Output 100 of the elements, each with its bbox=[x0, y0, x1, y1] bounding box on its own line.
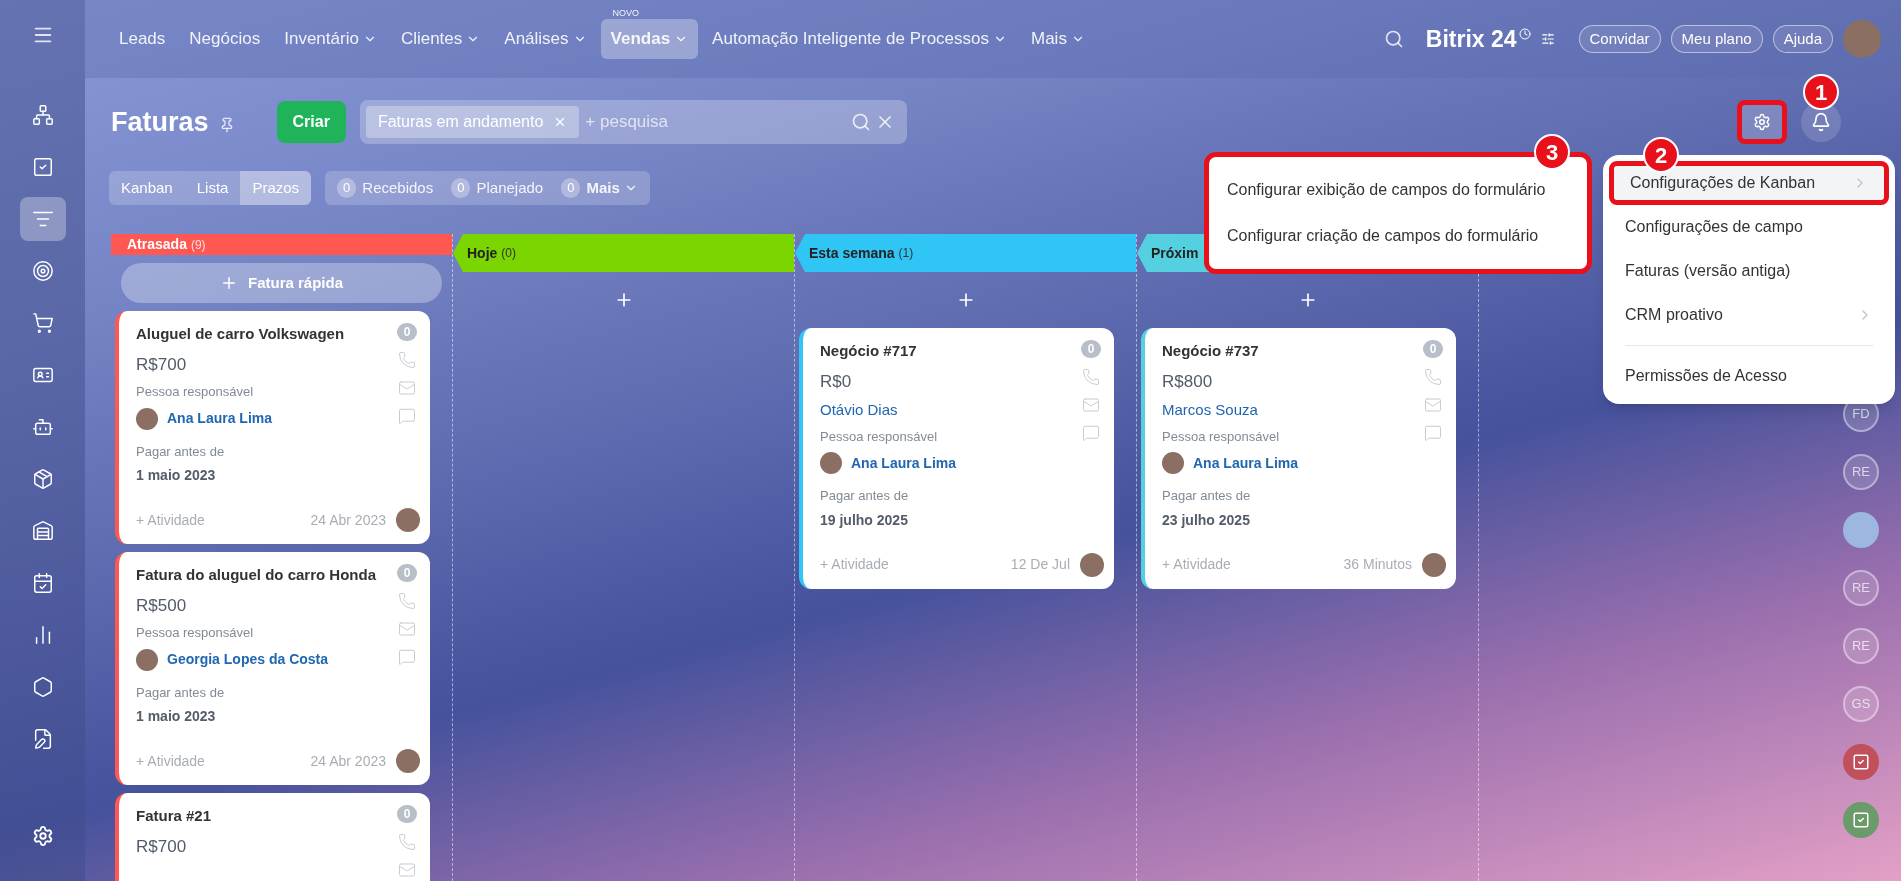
due-date: 19 julho 2025 bbox=[820, 510, 909, 530]
card-title[interactable]: Aluguel de carro Volkswagen bbox=[136, 323, 394, 346]
settings-button[interactable] bbox=[1737, 100, 1787, 144]
avatar bbox=[1843, 20, 1881, 58]
sliders-icon[interactable] bbox=[1540, 32, 1555, 46]
field-label: Pagar antes de bbox=[136, 442, 226, 461]
nav-item[interactable]: Inventário bbox=[274, 19, 387, 59]
view-tab[interactable]: Kanban bbox=[109, 171, 185, 205]
column-header[interactable]: Hoje (0) bbox=[453, 234, 794, 272]
task-avatar[interactable] bbox=[1843, 744, 1879, 780]
field-label: Pagar antes de bbox=[136, 683, 226, 702]
avatar[interactable] bbox=[1843, 512, 1879, 548]
sidebar-item[interactable] bbox=[19, 197, 66, 241]
checkbox-icon bbox=[1852, 811, 1870, 829]
box-icon bbox=[31, 468, 54, 490]
nav-item[interactable]: Automação Inteligente de Processos bbox=[702, 19, 1017, 59]
contact-link[interactable]: Otávio Dias bbox=[820, 399, 1078, 422]
menu-item[interactable]: Configurar exibição de campos do formulário bbox=[1209, 167, 1587, 213]
settings-icon bbox=[1753, 113, 1771, 131]
counter-badge: 0 bbox=[1422, 340, 1444, 358]
card-title[interactable]: Negócio #737 bbox=[1162, 340, 1420, 363]
deal-card[interactable]: Fatura do aluguel do carro Honda R$500 Pessoa responsável Georgia Lopes da Costa Pagar antes de 1 maio 2023 0 + Atividade 24 Abr 2023 bbox=[115, 552, 430, 785]
amount: R$700 bbox=[136, 353, 188, 376]
user-avatar[interactable]: RE bbox=[1843, 570, 1879, 606]
counter-badge: 0 bbox=[1080, 340, 1102, 358]
user-avatar[interactable]: RE bbox=[1843, 454, 1879, 490]
deal-card[interactable]: Aluguel de carro Volkswagen R$700 Pessoa responsável Ana Laura Lima Pagar antes de 1 maio 2023 0 + Atividade 24 Abr 2023 bbox=[115, 311, 430, 544]
settings-icon[interactable] bbox=[31, 825, 54, 847]
task-avatar[interactable] bbox=[1843, 802, 1879, 838]
due-date: 23 julho 2025 bbox=[1162, 510, 1251, 530]
amount: R$700 bbox=[136, 835, 188, 858]
user-avatar[interactable]: RE bbox=[1843, 628, 1879, 664]
count-badge: 0 bbox=[337, 178, 357, 198]
header-button[interactable]: Ajuda bbox=[1772, 25, 1833, 53]
amount: R$800 bbox=[1162, 370, 1214, 393]
menu-item[interactable]: Configurar criação de campos do formulário bbox=[1209, 213, 1587, 259]
due-date: 1 maio 2023 bbox=[136, 466, 217, 485]
counter-badge: 0 bbox=[396, 805, 418, 823]
menu-item[interactable]: Permissões de Acesso bbox=[1609, 354, 1889, 398]
deal-card[interactable]: Fatura #21 R$700 0 bbox=[115, 793, 430, 881]
search-input[interactable]: + pesquisa bbox=[585, 109, 851, 135]
menu-item[interactable]: CRM proativo bbox=[1609, 293, 1889, 337]
avatar bbox=[1080, 552, 1104, 577]
new-label: NOVO bbox=[612, 7, 640, 20]
nav-item[interactable]: Mais bbox=[1021, 19, 1095, 59]
step-number: 1 bbox=[1803, 74, 1839, 110]
nav-item[interactable]: Negócios bbox=[179, 19, 271, 59]
avatar bbox=[1422, 552, 1446, 577]
amount: R$0 bbox=[820, 370, 853, 393]
menu-item[interactable]: Faturas (versão antiga) bbox=[1609, 249, 1889, 293]
quick-add-button[interactable]: Fatura rápida bbox=[121, 263, 442, 303]
card-date: 12 De Jul bbox=[1010, 555, 1070, 574]
field-label: Pagar antes de bbox=[820, 487, 910, 505]
card-date: 36 Minutos bbox=[1343, 555, 1412, 574]
search-icon[interactable] bbox=[850, 112, 871, 132]
count-badge: 0 bbox=[561, 178, 581, 198]
responsible-link[interactable]: Ana Laura Lima bbox=[851, 452, 957, 474]
step-number: 2 bbox=[1643, 137, 1679, 173]
responsible-link[interactable]: Georgia Lopes da Costa bbox=[167, 649, 329, 670]
warehouse-icon bbox=[31, 520, 54, 542]
page-title: Faturas bbox=[111, 105, 209, 139]
responsible-link[interactable]: Ana Laura Lima bbox=[1193, 452, 1299, 474]
nav-item[interactable]: Leads bbox=[109, 19, 176, 59]
responsible-link[interactable]: Ana Laura Lima bbox=[167, 408, 273, 429]
add-activity-link[interactable]: + Atividade bbox=[136, 750, 205, 772]
add-activity-link[interactable]: + Atividade bbox=[820, 554, 889, 575]
counter-link[interactable]: Mais bbox=[586, 176, 638, 200]
step-number: 3 bbox=[1534, 134, 1570, 170]
counter-badge: 0 bbox=[396, 323, 418, 341]
user-avatar[interactable]: GS bbox=[1843, 686, 1879, 722]
add-activity-link[interactable]: + Atividade bbox=[136, 509, 205, 531]
header-button[interactable]: Meu plano bbox=[1670, 25, 1763, 53]
counter-link[interactable]: Recebidos bbox=[362, 176, 434, 200]
clock-icon bbox=[1518, 28, 1531, 40]
create-button[interactable]: Criar bbox=[276, 101, 346, 143]
deal-card[interactable]: Negócio #737 R$800 Marcos Souza Pessoa responsável Ana Laura Lima Pagar antes de 23 julho 2025 0 + Atividade 36 Minutos bbox=[1141, 328, 1456, 589]
plus-icon bbox=[220, 274, 238, 292]
view-tab[interactable]: Lista bbox=[184, 171, 241, 205]
avatar bbox=[136, 407, 158, 430]
card-title[interactable]: Negócio #717 bbox=[820, 340, 1078, 363]
robot-icon bbox=[31, 416, 54, 438]
column-header[interactable]: Esta semana (1) bbox=[795, 234, 1136, 272]
search-icon[interactable] bbox=[1383, 29, 1404, 49]
card-title[interactable]: Fatura do aluguel do carro Honda bbox=[136, 564, 394, 587]
add-activity-link[interactable]: + Atividade bbox=[1162, 554, 1231, 575]
deal-card[interactable]: Negócio #717 R$0 Otávio Dias Pessoa responsável Ana Laura Lima Pagar antes de 19 julho 2025 0 + Atividade 12 De Jul bbox=[799, 328, 1114, 589]
menu-item[interactable]: Configurações de campo bbox=[1609, 205, 1889, 249]
nav-item[interactable]: Análises bbox=[494, 19, 597, 59]
logo: Bitrix 24 bbox=[1425, 24, 1517, 54]
avatar bbox=[136, 648, 158, 671]
avatar bbox=[1162, 452, 1184, 474]
nav-item[interactable]: Clientes bbox=[390, 19, 491, 59]
card-date: 24 Abr 2023 bbox=[310, 510, 386, 530]
card-title[interactable]: Fatura #21 bbox=[136, 805, 394, 828]
contact-link[interactable]: Marcos Souza bbox=[1162, 399, 1420, 422]
header-button[interactable]: Convidar bbox=[1578, 25, 1661, 53]
counter-link[interactable]: Planejado bbox=[476, 176, 544, 200]
card-date: 24 Abr 2023 bbox=[310, 751, 386, 771]
column-header[interactable]: Atrasada (9) bbox=[111, 234, 452, 255]
field-label: Pessoa responsável bbox=[136, 624, 255, 642]
